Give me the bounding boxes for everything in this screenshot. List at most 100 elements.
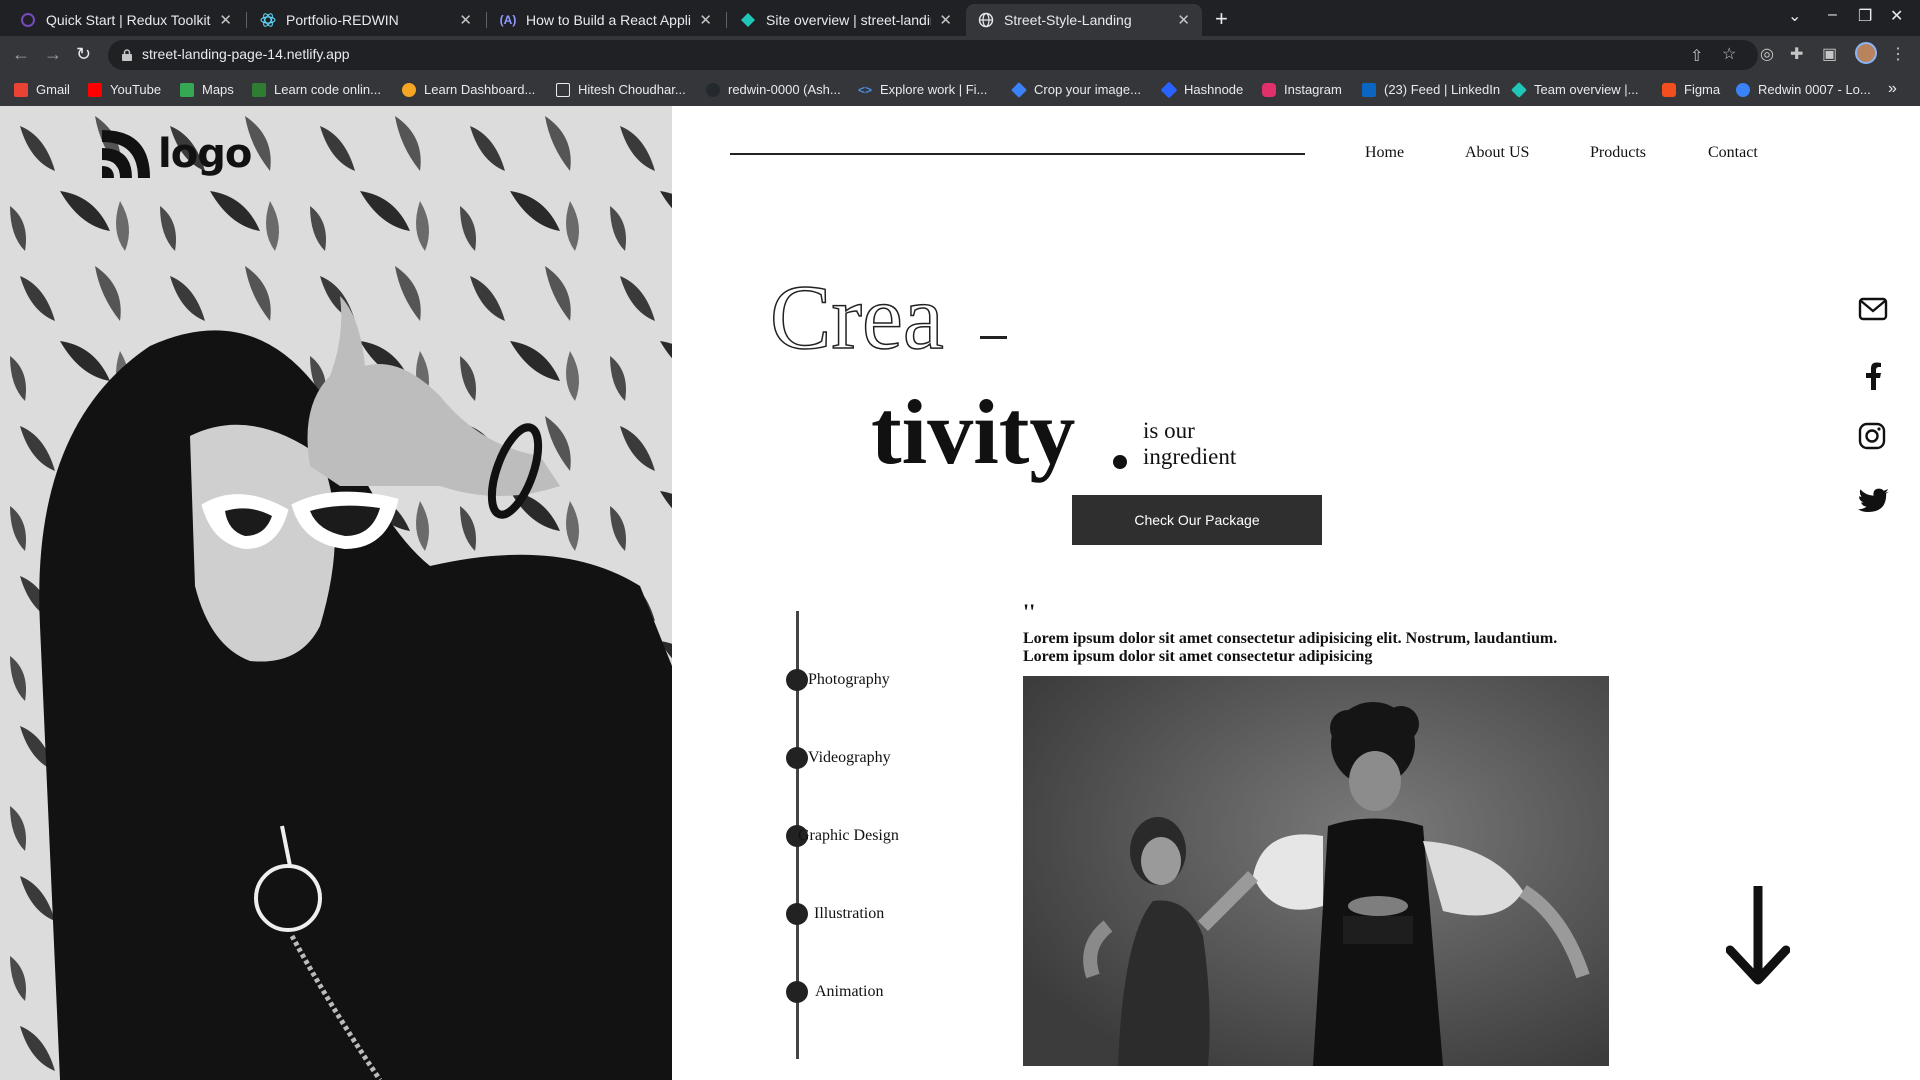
check-our-package-button[interactable]: Check Our Package bbox=[1072, 495, 1322, 545]
bookmark-instagram[interactable]: Instagram bbox=[1262, 82, 1342, 97]
close-tab-icon[interactable]: ✕ bbox=[939, 11, 952, 29]
gmail-icon bbox=[14, 82, 28, 97]
forward-icon[interactable]: → bbox=[44, 44, 62, 65]
tab-title: How to Build a React Applicat bbox=[526, 12, 692, 28]
twitter-icon[interactable] bbox=[1858, 488, 1890, 519]
lock-icon bbox=[122, 48, 132, 66]
hero-tagline-line1: is our bbox=[1143, 418, 1195, 443]
dancers-image bbox=[1023, 676, 1609, 1066]
more-bookmarks-icon[interactable]: » bbox=[1888, 80, 1897, 98]
service-label: Videography bbox=[808, 749, 891, 766]
close-tab-icon[interactable]: ✕ bbox=[699, 11, 712, 29]
hero-heading-outline: Crea bbox=[769, 266, 944, 368]
github-icon bbox=[706, 82, 720, 97]
timeline-dot bbox=[786, 669, 808, 691]
service-item-graphic-design[interactable]: Graphic Design bbox=[786, 824, 899, 848]
bookmark-github[interactable]: redwin-0000 (Ash... bbox=[706, 82, 841, 97]
bookmark-maps[interactable]: Maps bbox=[180, 82, 234, 97]
bookmark-linkedin[interactable]: (23) Feed | LinkedIn bbox=[1362, 82, 1500, 97]
bookmark-gmail[interactable]: Gmail bbox=[14, 82, 70, 97]
bookmark-team-overview[interactable]: Team overview |... bbox=[1511, 81, 1639, 98]
youtube-icon bbox=[88, 82, 102, 97]
redwin-icon bbox=[1736, 82, 1750, 97]
maps-icon bbox=[180, 82, 194, 97]
bookmark-learn-dashboard[interactable]: Learn Dashboard... bbox=[402, 82, 535, 97]
nav-home[interactable]: Home bbox=[1365, 144, 1404, 162]
bookmark-freecodecamp[interactable]: Learn code onlin... bbox=[252, 82, 381, 97]
back-icon[interactable]: ← bbox=[12, 44, 30, 65]
timeline-dot bbox=[786, 981, 808, 1003]
close-tab-icon[interactable]: ✕ bbox=[1177, 11, 1190, 29]
menu-kebab-icon[interactable]: ⋮ bbox=[1890, 44, 1906, 64]
reload-icon[interactable]: ↻ bbox=[76, 44, 91, 65]
bookmark-figma[interactable]: Figma bbox=[1662, 82, 1720, 97]
hero-heading-dot bbox=[1113, 455, 1127, 469]
tab-separator bbox=[726, 12, 727, 28]
extension-record-icon[interactable]: ◎ bbox=[1760, 44, 1774, 64]
service-label: Photography bbox=[808, 671, 890, 688]
tab-street-style-landing[interactable]: Street-Style-Landing ✕ bbox=[966, 4, 1202, 36]
globe-icon bbox=[978, 12, 994, 28]
tab-netlify[interactable]: Site overview | street-landing- ✕ bbox=[728, 4, 964, 36]
linkedin-icon bbox=[1362, 82, 1376, 97]
instagram-icon[interactable] bbox=[1858, 422, 1886, 455]
redux-icon bbox=[20, 12, 36, 28]
new-tab-button[interactable]: + bbox=[1215, 6, 1228, 32]
bookmark-redwin-lo[interactable]: Redwin 0007 - Lo... bbox=[1736, 82, 1871, 97]
profile-avatar[interactable] bbox=[1855, 42, 1877, 64]
quote-text-line1: Lorem ipsum dolor sit amet consectetur a… bbox=[1023, 630, 1558, 647]
nav-contact[interactable]: Contact bbox=[1708, 144, 1758, 162]
bookmark-crop-image[interactable]: Crop your image... bbox=[1011, 81, 1141, 98]
close-window-icon[interactable]: ✕ bbox=[1890, 6, 1903, 26]
bookmark-explore-work[interactable]: <> Explore work | Fi... bbox=[858, 82, 987, 97]
share-icon[interactable]: ⇧ bbox=[1690, 46, 1703, 66]
quote-text-line2: Lorem ipsum dolor sit amet consectetur a… bbox=[1023, 648, 1373, 665]
service-item-illustration[interactable]: Illustration bbox=[786, 902, 884, 926]
minimize-icon[interactable]: – bbox=[1828, 6, 1837, 24]
url-text: street-landing-page-14.netlify.app bbox=[142, 46, 350, 62]
service-item-animation[interactable]: Animation bbox=[786, 980, 883, 1004]
address-bar[interactable]: street-landing-page-14.netlify.app ⇧ ☆ bbox=[108, 40, 1758, 70]
service-item-photography[interactable]: Photography bbox=[786, 668, 890, 692]
figma-icon bbox=[1662, 82, 1676, 97]
nav-products[interactable]: Products bbox=[1590, 144, 1646, 162]
hero-heading-dash bbox=[980, 336, 1007, 339]
hitesh-icon bbox=[556, 82, 570, 97]
tab-title: Portfolio-REDWIN bbox=[286, 12, 399, 28]
scroll-down-arrow-icon[interactable] bbox=[1725, 886, 1791, 991]
bookmark-hashnode[interactable]: Hashnode bbox=[1160, 81, 1243, 98]
close-tab-icon[interactable]: ✕ bbox=[219, 11, 232, 29]
tab-search-chevron-icon[interactable]: ⌄ bbox=[1788, 6, 1801, 26]
close-tab-icon[interactable]: ✕ bbox=[459, 11, 472, 29]
bookmark-hitesh[interactable]: Hitesh Choudhar... bbox=[556, 82, 686, 97]
side-panel-icon[interactable]: ▣ bbox=[1822, 44, 1837, 64]
instagram-icon bbox=[1262, 82, 1276, 97]
react-icon bbox=[260, 12, 276, 28]
bookmark-youtube[interactable]: YouTube bbox=[88, 82, 161, 97]
freecodecamp-icon bbox=[252, 82, 266, 97]
crop-icon bbox=[1011, 81, 1027, 98]
tab-redux-toolkit[interactable]: Quick Start | Redux Toolkit ✕ bbox=[8, 4, 244, 36]
tab-portfolio[interactable]: Portfolio-REDWIN ✕ bbox=[248, 4, 484, 36]
service-label: Illustration bbox=[814, 905, 885, 922]
nav-about-us[interactable]: About US bbox=[1465, 144, 1529, 162]
tab-react-article[interactable]: (A) How to Build a React Applicat ✕ bbox=[488, 4, 724, 36]
restore-icon[interactable]: ❐ bbox=[1858, 6, 1872, 26]
learn-dashboard-icon bbox=[402, 82, 416, 97]
tab-title: Site overview | street-landing- bbox=[766, 12, 931, 28]
browser-toolbar: ← → ↻ street-landing-page-14.netlify.app… bbox=[0, 36, 1920, 106]
mail-icon[interactable] bbox=[1858, 296, 1888, 327]
site-logo[interactable]: logo bbox=[100, 128, 252, 180]
service-item-videography[interactable]: Videography bbox=[786, 746, 891, 770]
timeline-dot bbox=[786, 747, 808, 769]
bookmark-star-icon[interactable]: ☆ bbox=[1722, 44, 1736, 64]
bookmarks-bar: Gmail YouTube Maps Learn code onlin... L… bbox=[0, 76, 1920, 106]
netlify-icon bbox=[740, 12, 756, 28]
facebook-icon[interactable] bbox=[1864, 362, 1882, 395]
logo-text: logo bbox=[158, 131, 252, 177]
hero-portrait-image: logo bbox=[0, 106, 672, 1080]
tab-separator bbox=[246, 12, 247, 28]
header-divider-line bbox=[730, 153, 1305, 155]
netlify-icon bbox=[1511, 81, 1527, 98]
extensions-puzzle-icon[interactable]: ✚ bbox=[1790, 44, 1803, 64]
